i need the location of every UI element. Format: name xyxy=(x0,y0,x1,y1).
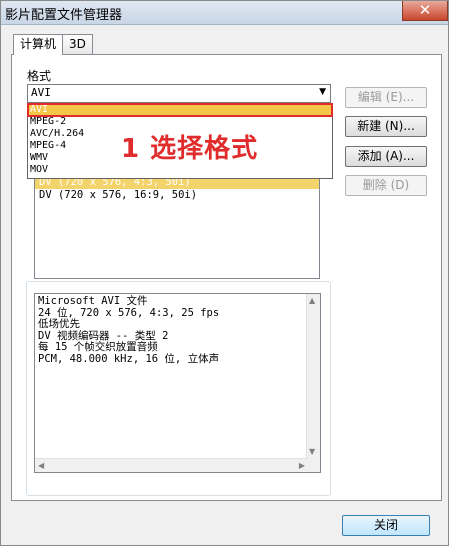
window-close-button[interactable]: ✕ xyxy=(402,1,448,21)
edit-button[interactable]: 编辑 (E)... xyxy=(345,87,427,108)
format-select-value: AVI xyxy=(31,86,51,99)
annotation-select-format: 1 选择格式 xyxy=(121,134,259,164)
info-line: 每 15 个帧交织放置音频 xyxy=(38,341,158,353)
format-label: 格式 xyxy=(27,69,52,83)
scroll-left-icon[interactable]: ◀ xyxy=(38,461,44,470)
profile-list[interactable]: DV (720 x 576, 4:3, 50i) DV (720 x 576, … xyxy=(34,171,320,279)
tab-3d[interactable]: 3D xyxy=(62,34,93,54)
scroll-up-icon[interactable]: ▲ xyxy=(309,296,315,305)
info-line: Microsoft AVI 文件 xyxy=(38,295,148,307)
close-button[interactable]: 关闭 xyxy=(342,515,430,536)
chevron-down-icon: ▼ xyxy=(319,87,326,97)
profile-manager-window: 影片配置文件管理器 ✕ 计算机 3D 格式 AVI ▼ AVI MPEG-2 A… xyxy=(0,0,449,546)
add-button[interactable]: 添加 (A)... xyxy=(345,146,427,167)
format-option-avi[interactable]: AVI xyxy=(27,103,333,117)
profile-info-text: Microsoft AVI 文件 24 位, 720 x 576, 4:3, 2… xyxy=(34,293,321,473)
profile-item-dv-169[interactable]: DV (720 x 576, 16:9, 50i) xyxy=(35,189,319,202)
info-line: PCM, 48.000 kHz, 16 位, 立体声 xyxy=(38,352,220,365)
title-bar: 影片配置文件管理器 ✕ xyxy=(1,1,448,25)
scroll-down-icon[interactable]: ▼ xyxy=(309,447,315,456)
info-line: 低场优先 xyxy=(38,318,80,330)
new-button[interactable]: 新建 (N)... xyxy=(345,116,427,137)
vertical-scrollbar[interactable]: ▲ ▼ xyxy=(306,294,320,472)
format-option-mov[interactable]: MOV xyxy=(28,164,332,176)
scroll-right-icon[interactable]: ▶ xyxy=(299,461,305,470)
format-option-mpeg2[interactable]: MPEG-2 xyxy=(28,116,332,128)
delete-button[interactable]: 删除 (D) xyxy=(345,175,427,196)
tab-computer[interactable]: 计算机 xyxy=(13,34,64,55)
window-title: 影片配置文件管理器 xyxy=(5,8,123,23)
format-select[interactable]: AVI ▼ xyxy=(27,84,331,103)
horizontal-scrollbar[interactable]: ◀ ▶ xyxy=(35,458,308,472)
